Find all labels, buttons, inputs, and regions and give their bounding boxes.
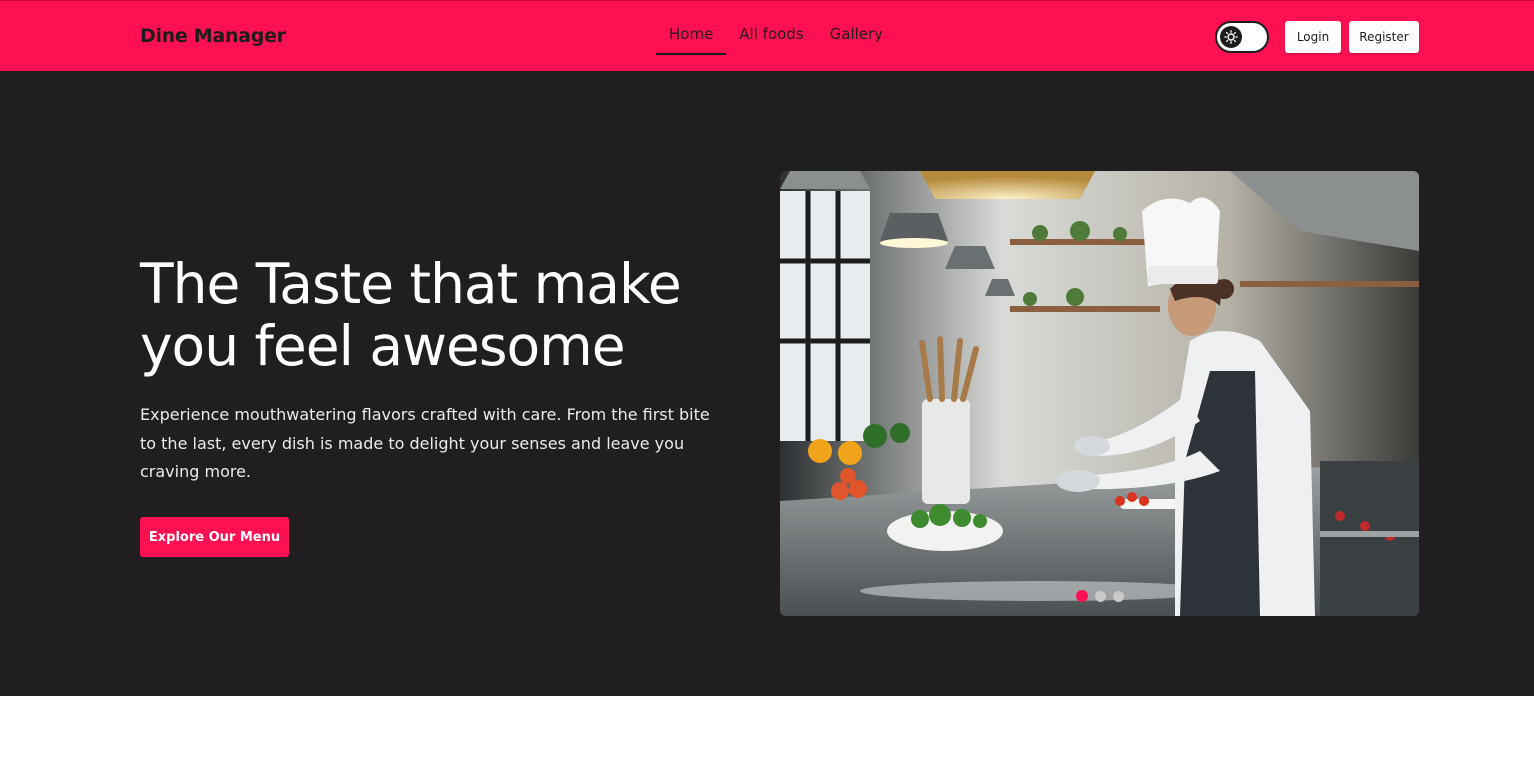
hero-section: The Taste that make you feel awesome Exp…	[0, 71, 1534, 696]
nav-links: Home All foods Gallery	[656, 1, 896, 72]
hero-title: The Taste that make you feel awesome	[140, 252, 682, 378]
sun-icon	[1224, 30, 1238, 44]
nav-link-gallery[interactable]: Gallery	[817, 1, 896, 72]
carousel-dot-3[interactable]	[1113, 590, 1124, 602]
carousel-dots	[1076, 590, 1131, 602]
theme-toggle[interactable]	[1215, 21, 1269, 53]
toggle-knob	[1220, 26, 1242, 48]
chef-in-kitchen-photo	[780, 171, 1419, 616]
brand-logo[interactable]: Dine Manager	[140, 25, 286, 47]
hero-carousel[interactable]	[780, 171, 1419, 616]
hero-description: Experience mouthwatering flavors crafted…	[140, 405, 710, 481]
nav-link-all-foods[interactable]: All foods	[726, 1, 816, 72]
register-button[interactable]: Register	[1349, 21, 1419, 53]
explore-menu-button[interactable]: Explore Our Menu	[140, 517, 289, 557]
login-button[interactable]: Login	[1285, 21, 1341, 53]
nav-link-home[interactable]: Home	[656, 1, 727, 72]
carousel-dot-1[interactable]	[1076, 590, 1088, 602]
navbar: Dine Manager Home All foods Gallery Logi…	[0, 0, 1534, 71]
carousel-dot-2[interactable]	[1095, 590, 1106, 602]
